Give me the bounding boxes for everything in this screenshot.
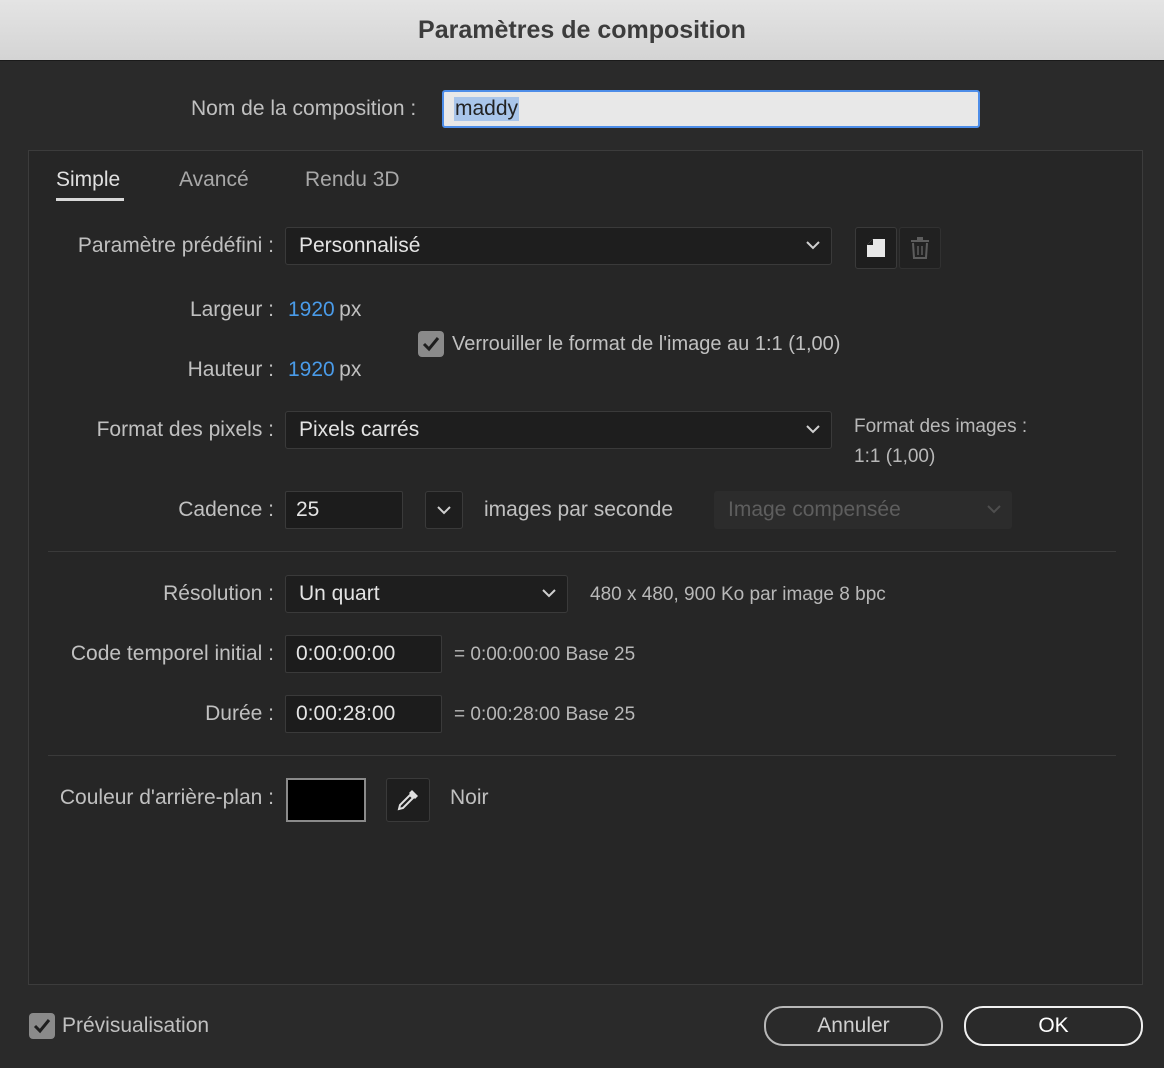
frame-aspect-value: 1:1 (1,00) xyxy=(854,446,936,467)
frame-aspect-label: Format des images : xyxy=(854,416,1028,437)
frame-rate-input[interactable]: 25 xyxy=(285,491,403,529)
comp-name-input[interactable]: maddy xyxy=(442,90,980,128)
start-timecode-info: = 0:00:00:00 Base 25 xyxy=(454,644,636,665)
preview-checkbox[interactable] xyxy=(29,1013,55,1039)
delete-preset-button[interactable] xyxy=(899,227,941,269)
width-control: 1920 px xyxy=(288,298,361,322)
checkmark-icon xyxy=(33,1019,51,1034)
width-unit: px xyxy=(339,298,362,321)
drop-frame-value: Image compensée xyxy=(728,498,901,521)
width-label: Largeur : xyxy=(189,298,274,321)
comp-name-label: Nom de la composition : xyxy=(191,97,417,120)
frame-rate-unit-label: images par seconde xyxy=(484,498,674,521)
tab-advanced[interactable]: Avancé xyxy=(179,168,249,192)
tab-simple[interactable]: Simple xyxy=(56,168,120,192)
preview-label: Prévisualisation xyxy=(62,1014,210,1037)
save-preset-icon xyxy=(867,239,885,257)
start-timecode-value: 0:00:00:00 xyxy=(296,642,396,665)
ok-button[interactable]: OK xyxy=(964,1006,1143,1046)
duration-info: = 0:00:28:00 Base 25 xyxy=(454,704,636,725)
chevron-down-icon xyxy=(806,241,820,250)
duration-value: 0:00:28:00 xyxy=(296,702,396,725)
settings-panel xyxy=(28,150,1143,985)
chevron-down-icon xyxy=(437,506,451,515)
width-value[interactable]: 1920 xyxy=(288,298,335,321)
resolution-info: 480 x 480, 900 Ko par image 8 bpc xyxy=(590,584,886,605)
dialog-title: Paramètres de composition xyxy=(418,15,746,44)
resolution-dropdown[interactable]: Un quart xyxy=(285,575,568,613)
start-timecode-input[interactable]: 0:00:00:00 xyxy=(285,635,442,673)
height-label: Hauteur : xyxy=(187,358,274,381)
pixel-aspect-dropdown[interactable]: Pixels carrés xyxy=(285,411,832,449)
frame-rate-value: 25 xyxy=(296,498,320,521)
preset-label: Paramètre prédéfini : xyxy=(77,234,274,257)
start-timecode-label: Code temporel initial : xyxy=(70,642,274,665)
height-control: 1920 px xyxy=(288,358,361,382)
save-preset-button[interactable] xyxy=(855,227,897,269)
cancel-button[interactable]: Annuler xyxy=(764,1006,943,1046)
frame-rate-label: Cadence : xyxy=(178,498,274,521)
trash-icon xyxy=(911,237,929,259)
dialog-title-bar: Paramètres de composition xyxy=(0,0,1164,61)
chevron-down-icon xyxy=(542,589,556,598)
duration-label: Durée : xyxy=(205,702,274,725)
active-tab-indicator xyxy=(56,198,124,201)
chevron-down-icon xyxy=(806,425,820,434)
chevron-down-icon xyxy=(987,505,1001,514)
section-divider xyxy=(48,755,1116,756)
pixel-aspect-value: Pixels carrés xyxy=(299,418,420,441)
lock-aspect-checkbox[interactable] xyxy=(418,331,444,357)
tab-3d-renderer[interactable]: Rendu 3D xyxy=(305,168,400,192)
background-color-swatch[interactable] xyxy=(286,778,366,822)
frame-rate-dropdown-button[interactable] xyxy=(425,491,463,529)
checkmark-icon xyxy=(422,337,440,352)
background-color-name: Noir xyxy=(450,786,489,809)
preset-dropdown[interactable]: Personnalisé xyxy=(285,227,832,265)
height-value[interactable]: 1920 xyxy=(288,358,335,381)
lock-aspect-label: Verrouiller le format de l'image au 1:1 … xyxy=(452,333,841,355)
duration-input[interactable]: 0:00:28:00 xyxy=(285,695,442,733)
resolution-label: Résolution : xyxy=(163,582,274,605)
eyedropper-icon xyxy=(397,790,418,811)
comp-name-value: maddy xyxy=(454,97,520,121)
eyedropper-button[interactable] xyxy=(386,778,430,822)
background-color-label: Couleur d'arrière-plan : xyxy=(59,786,274,809)
drop-frame-dropdown[interactable]: Image compensée xyxy=(714,491,1012,529)
preset-value: Personnalisé xyxy=(299,234,421,257)
resolution-value: Un quart xyxy=(299,582,380,605)
pixel-aspect-label: Format des pixels : xyxy=(96,418,274,441)
height-unit: px xyxy=(339,358,362,381)
section-divider xyxy=(48,551,1116,552)
